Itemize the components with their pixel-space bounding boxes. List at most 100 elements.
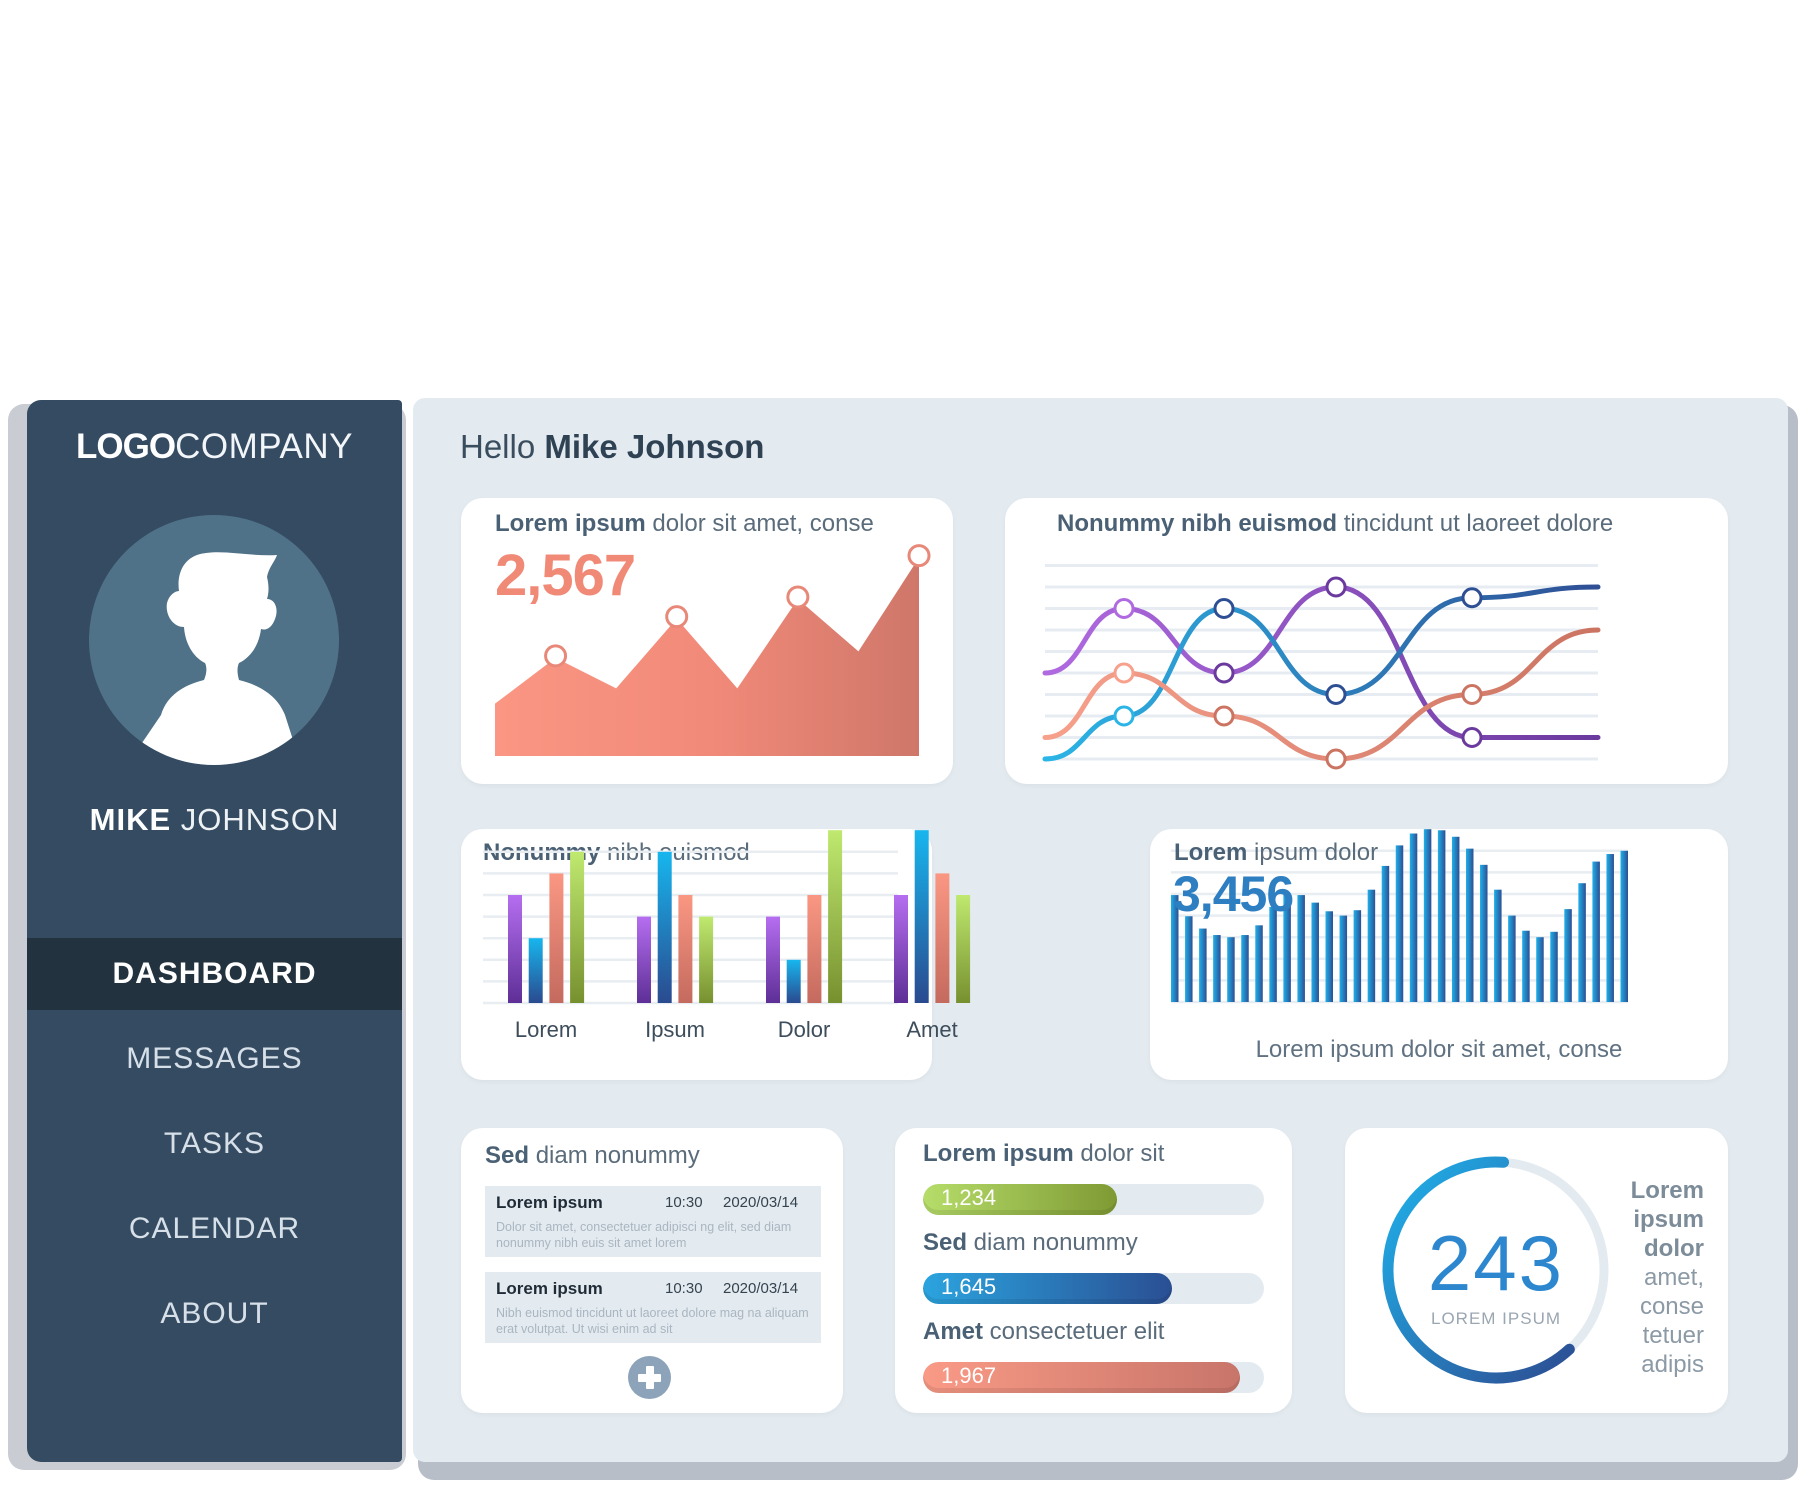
bar-blue[interactable]: [914, 830, 929, 1003]
area-chart-card[interactable]: Lorem ipsum dolor sit amet, conse 2,567: [461, 498, 953, 784]
gauge-text-line: tetuer: [1642, 1322, 1704, 1349]
bar-purple[interactable]: [894, 895, 908, 1003]
stripe-bar[interactable]: [1353, 910, 1362, 1002]
line-point-purple[interactable]: [1325, 576, 1347, 598]
bar-salmon[interactable]: [935, 873, 950, 1003]
sidebar-item-messages[interactable]: MESSAGES: [27, 1023, 402, 1095]
gauge-text-line: dolor: [1631, 1234, 1704, 1263]
card-title: Sed diam nonummy: [485, 1142, 700, 1170]
stripe-bar[interactable]: [1311, 902, 1319, 1002]
line-point-blue[interactable]: [1325, 684, 1347, 705]
bar-chart-card[interactable]: Nonummy nibh euismod Lorem Ipsum Dolor Amet: [461, 829, 971, 1080]
stripe-bar[interactable]: [1564, 909, 1572, 1002]
sidebar-item-calendar[interactable]: CALENDAR: [27, 1193, 402, 1265]
stripe-bar[interactable]: [1620, 850, 1629, 1002]
stripe-bar[interactable]: [1297, 895, 1305, 1002]
user-name: MIKE JOHNSON: [27, 802, 402, 838]
gauge-card: 243 LOREM IPSUM Lorem ipsum dolor amet, cons…: [1345, 1128, 1728, 1413]
stripe-bar[interactable]: [1409, 833, 1418, 1002]
gauge-text-line: ipsum: [1631, 1205, 1704, 1234]
stripe-bar[interactable]: [1550, 931, 1558, 1002]
stripe-chart-card[interactable]: Lorem ipsum dolor 3,456 Lorem ipsum dolo…: [1150, 829, 1728, 1080]
line-point-salmon[interactable]: [1113, 662, 1135, 684]
stripe-bar[interactable]: [1606, 854, 1614, 1002]
sidebar-item-tasks[interactable]: TASKS: [27, 1108, 402, 1180]
line-point-purple[interactable]: [1113, 598, 1135, 619]
bar-salmon[interactable]: [678, 895, 693, 1003]
stripe-bar[interactable]: [1437, 830, 1446, 1002]
stripe-bar[interactable]: [1480, 864, 1488, 1002]
bar-green[interactable]: [828, 830, 843, 1003]
stripe-bar[interactable]: [1494, 889, 1502, 1002]
line-point-salmon[interactable]: [1325, 748, 1347, 770]
bar-purple[interactable]: [637, 916, 651, 1003]
stripe-bar[interactable]: [1451, 836, 1460, 1002]
bar-salmon[interactable]: [549, 873, 564, 1003]
bar-green[interactable]: [956, 895, 971, 1003]
progress-label-bold: Lorem ipsum: [923, 1140, 1074, 1167]
area-point[interactable]: [665, 605, 689, 629]
stripe-bar[interactable]: [1592, 861, 1600, 1002]
message-item[interactable]: Lorem ipsum 10:30 2020/03/14 Nibh euismo…: [485, 1272, 821, 1343]
line-point-blue[interactable]: [1113, 705, 1135, 727]
stripe-bar[interactable]: [1213, 935, 1221, 1002]
stripe-bar[interactable]: [1199, 928, 1207, 1002]
gauge-label: LOREM IPSUM: [1430, 1309, 1562, 1328]
greeting-name: Mike Johnson: [544, 428, 765, 465]
bar-purple[interactable]: [766, 916, 780, 1003]
bar-green[interactable]: [570, 851, 585, 1003]
bar-green[interactable]: [699, 916, 714, 1003]
progress-label-rest: diam nonummy: [967, 1229, 1138, 1256]
bar-blue[interactable]: [786, 959, 801, 1003]
sidebar-item-dashboard[interactable]: DASHBOARD: [27, 938, 402, 1010]
bar-purple[interactable]: [508, 895, 522, 1003]
message-item[interactable]: Lorem ipsum 10:30 2020/03/14 Dolor sit a…: [485, 1186, 821, 1257]
stripe-bar[interactable]: [1423, 829, 1432, 1002]
stripe-bar[interactable]: [1395, 845, 1404, 1002]
sidebar-item-about[interactable]: ABOUT: [27, 1278, 402, 1350]
company-logo[interactable]: LOGOCOMPANY: [27, 427, 402, 467]
area-point[interactable]: [544, 644, 568, 668]
stripe-bar[interactable]: [1325, 911, 1334, 1002]
progress-label: Lorem ipsum dolor sit: [923, 1140, 1164, 1168]
line-point-salmon[interactable]: [1461, 684, 1483, 705]
message-date: 2020/03/14: [723, 1280, 799, 1297]
message-body: Nibh euismod tincidunt ut laoreet dolore…: [496, 1306, 809, 1336]
bar-salmon[interactable]: [807, 895, 822, 1003]
message-date: 2020/03/14: [723, 1194, 799, 1211]
stripe-bar[interactable]: [1185, 916, 1193, 1002]
stripe-bar[interactable]: [1255, 925, 1263, 1002]
logo-bold: LOGO: [76, 427, 176, 466]
stripe-bar[interactable]: [1536, 937, 1544, 1002]
area-point[interactable]: [786, 585, 810, 609]
line-point-purple[interactable]: [1461, 727, 1483, 748]
line-point-purple[interactable]: [1213, 662, 1235, 684]
gauge-text-line: Lorem: [1631, 1176, 1704, 1205]
stripe-bar[interactable]: [1578, 883, 1586, 1002]
avatar[interactable]: [89, 515, 339, 765]
stripe-bar[interactable]: [1522, 930, 1530, 1002]
logo-light: COMPANY: [175, 427, 353, 466]
stripe-bar[interactable]: [1339, 915, 1348, 1002]
line-point-salmon[interactable]: [1213, 705, 1235, 727]
area-point[interactable]: [907, 544, 931, 568]
message-title: Lorem ipsum: [496, 1193, 603, 1212]
stripe-bar[interactable]: [1508, 915, 1516, 1002]
line-point-blue[interactable]: [1461, 587, 1483, 609]
stripe-bar[interactable]: [1381, 865, 1390, 1002]
line-point-blue[interactable]: [1213, 598, 1235, 619]
stripe-bar[interactable]: [1367, 889, 1376, 1002]
stripe-bar[interactable]: [1241, 935, 1249, 1002]
x-tick-label: Dolor: [778, 1017, 831, 1042]
progress-fill: 1,645: [923, 1273, 1172, 1304]
gauge-text-line: amet,: [1643, 1264, 1704, 1291]
bar-blue[interactable]: [657, 851, 672, 1003]
messages-card: Sed diam nonummy Lorem ipsum 10:30 2020/…: [461, 1128, 843, 1413]
stripe-bar[interactable]: [1465, 848, 1474, 1002]
stripe-bar[interactable]: [1227, 937, 1235, 1002]
x-tick-label: Ipsum: [645, 1017, 705, 1042]
bar-blue[interactable]: [528, 938, 543, 1003]
add-message-button[interactable]: [628, 1356, 671, 1399]
line-chart-card[interactable]: Nonummy nibh euismod tincidunt ut laoree…: [1005, 498, 1728, 784]
gauge-value: 243: [1427, 1219, 1565, 1307]
